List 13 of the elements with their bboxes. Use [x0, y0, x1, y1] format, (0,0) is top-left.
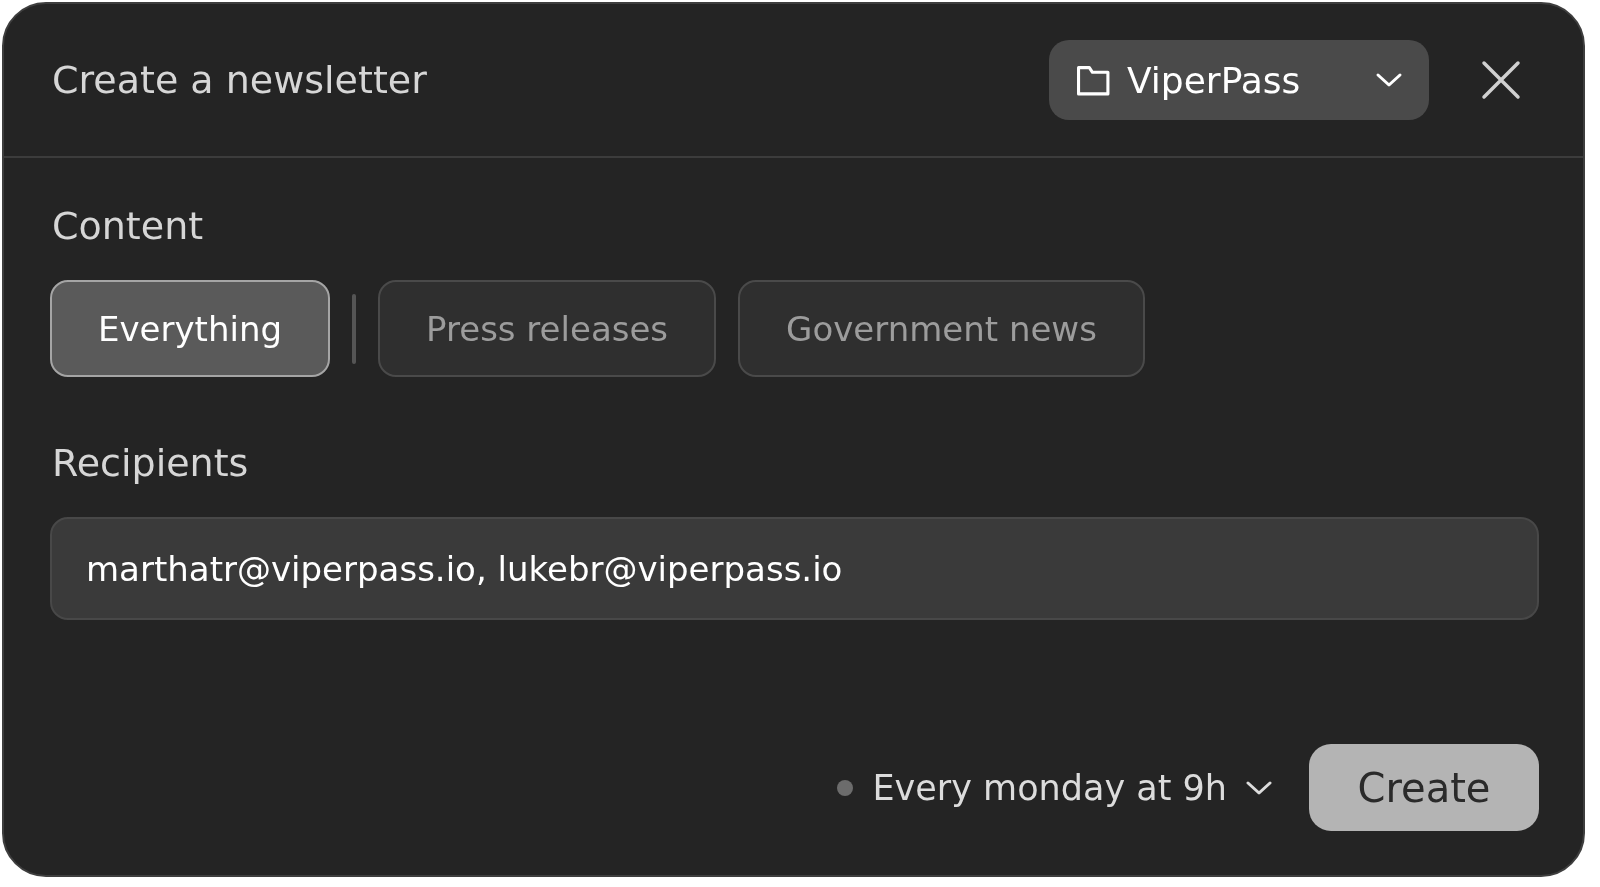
chevron-down-icon — [1375, 71, 1403, 89]
workspace-dropdown[interactable]: ViperPass — [1049, 40, 1429, 120]
schedule-dropdown[interactable]: Every monday at 9h — [836, 767, 1273, 808]
create-button[interactable]: Create — [1309, 744, 1539, 831]
recipients-field[interactable]: marthatr@viperpass.io, lukebr@viperpass.io — [50, 517, 1539, 620]
dialog-title: Create a newsletter — [52, 58, 428, 102]
content-option[interactable]: Everything — [50, 280, 331, 377]
section-label: Recipients — [52, 441, 250, 485]
content-option[interactable]: Press releases — [378, 280, 717, 377]
close-icon — [1481, 60, 1521, 100]
status-dot-icon — [836, 778, 855, 797]
content-option[interactable]: Government news — [738, 280, 1145, 377]
section-label: Content — [52, 204, 205, 248]
